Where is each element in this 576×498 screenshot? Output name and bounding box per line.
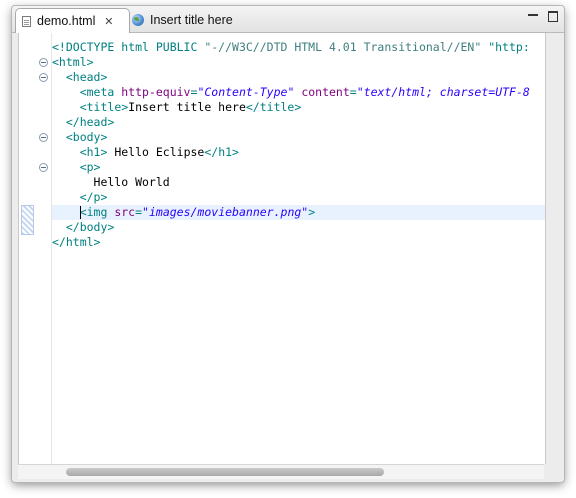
code-token: content bbox=[301, 85, 350, 99]
code-line[interactable]: Hello World bbox=[52, 175, 545, 190]
code-token: </p> bbox=[79, 190, 108, 204]
code-token: <p> bbox=[79, 160, 101, 174]
fold-toggle-icon[interactable] bbox=[39, 163, 48, 172]
code-token: <h1> bbox=[79, 145, 108, 159]
code-token: src bbox=[114, 205, 136, 219]
code-token: Hello Eclipse bbox=[107, 145, 205, 159]
view-controls bbox=[528, 11, 558, 22]
editor-window: demo.html ✕ Insert title here <!DOCTYPE … bbox=[12, 6, 564, 482]
change-marker-icon bbox=[21, 205, 34, 235]
tab-label: demo.html bbox=[37, 14, 96, 28]
code-token: Insert title here bbox=[128, 100, 246, 114]
globe-icon bbox=[132, 14, 144, 26]
code-line[interactable]: <title>Insert title here</title> bbox=[52, 100, 545, 115]
code-token: "-//W3C//DTD HTML 4.01 Transitional//EN" bbox=[204, 40, 482, 54]
fold-toggle-icon[interactable] bbox=[39, 133, 48, 142]
fold-toggle-icon[interactable] bbox=[39, 73, 48, 82]
text-cursor bbox=[80, 206, 81, 219]
code-editor[interactable]: <!DOCTYPE html PUBLIC "-//W3C//DTD HTML … bbox=[18, 33, 546, 464]
tab-label: Insert title here bbox=[150, 13, 233, 27]
code-token: </title> bbox=[245, 100, 302, 114]
minimize-icon[interactable] bbox=[528, 11, 538, 21]
code-token: "text/html; charset=UTF-8 bbox=[356, 85, 530, 99]
code-line[interactable]: <html> bbox=[52, 55, 545, 70]
overview-ruler bbox=[19, 33, 36, 464]
code-token: </head> bbox=[65, 115, 115, 129]
code-line[interactable]: <!DOCTYPE html PUBLIC "-//W3C//DTD HTML … bbox=[52, 40, 545, 55]
scrollbar-thumb[interactable] bbox=[66, 468, 384, 476]
code-token: </body> bbox=[65, 220, 115, 234]
code-line[interactable]: <h1> Hello Eclipse</h1> bbox=[52, 145, 545, 160]
code-token: http-equiv bbox=[121, 85, 191, 99]
code-token: <img bbox=[79, 205, 115, 219]
code-area[interactable]: <!DOCTYPE html PUBLIC "-//W3C//DTD HTML … bbox=[52, 33, 545, 464]
code-line[interactable]: <meta http-equiv="Content-Type" content=… bbox=[52, 85, 545, 100]
folding-gutter bbox=[36, 33, 52, 464]
code-token: "Content-Type" bbox=[197, 85, 295, 99]
editor-tab-bar: demo.html ✕ Insert title here bbox=[12, 6, 564, 33]
code-token: "http: bbox=[481, 40, 530, 54]
html-file-icon bbox=[22, 15, 31, 27]
code-token: </html> bbox=[52, 235, 101, 249]
code-line[interactable]: </head> bbox=[52, 115, 545, 130]
code-token: <!DOCTYPE html PUBLIC bbox=[52, 40, 205, 54]
code-line[interactable]: </p> bbox=[52, 190, 545, 205]
code-token: </h1> bbox=[204, 145, 239, 159]
code-token: <head> bbox=[65, 70, 108, 84]
tab-insert-title-here[interactable]: Insert title here bbox=[132, 8, 282, 32]
code-token: "images/moviebanner.png" bbox=[142, 205, 309, 219]
code-token: = bbox=[135, 205, 143, 219]
code-line[interactable]: </body> bbox=[52, 220, 545, 235]
code-line[interactable]: <head> bbox=[52, 70, 545, 85]
code-token: <meta bbox=[79, 85, 122, 99]
code-token: <html> bbox=[52, 55, 94, 69]
code-line[interactable]: <p> bbox=[52, 160, 545, 175]
code-token: = bbox=[349, 85, 357, 99]
code-line[interactable]: <img src="images/moviebanner.png"> bbox=[52, 205, 545, 220]
code-token: Hello World bbox=[52, 175, 170, 189]
tab-demo-html[interactable]: demo.html ✕ bbox=[15, 8, 130, 33]
code-token: <title> bbox=[79, 100, 129, 114]
code-line[interactable]: <body> bbox=[52, 130, 545, 145]
code-token: > bbox=[308, 205, 316, 219]
code-token: <body> bbox=[65, 130, 108, 144]
close-icon[interactable]: ✕ bbox=[103, 16, 114, 28]
fold-toggle-icon[interactable] bbox=[39, 58, 48, 67]
maximize-icon[interactable] bbox=[548, 11, 558, 22]
code-line[interactable]: </html> bbox=[52, 235, 545, 250]
horizontal-scrollbar[interactable] bbox=[18, 464, 544, 479]
